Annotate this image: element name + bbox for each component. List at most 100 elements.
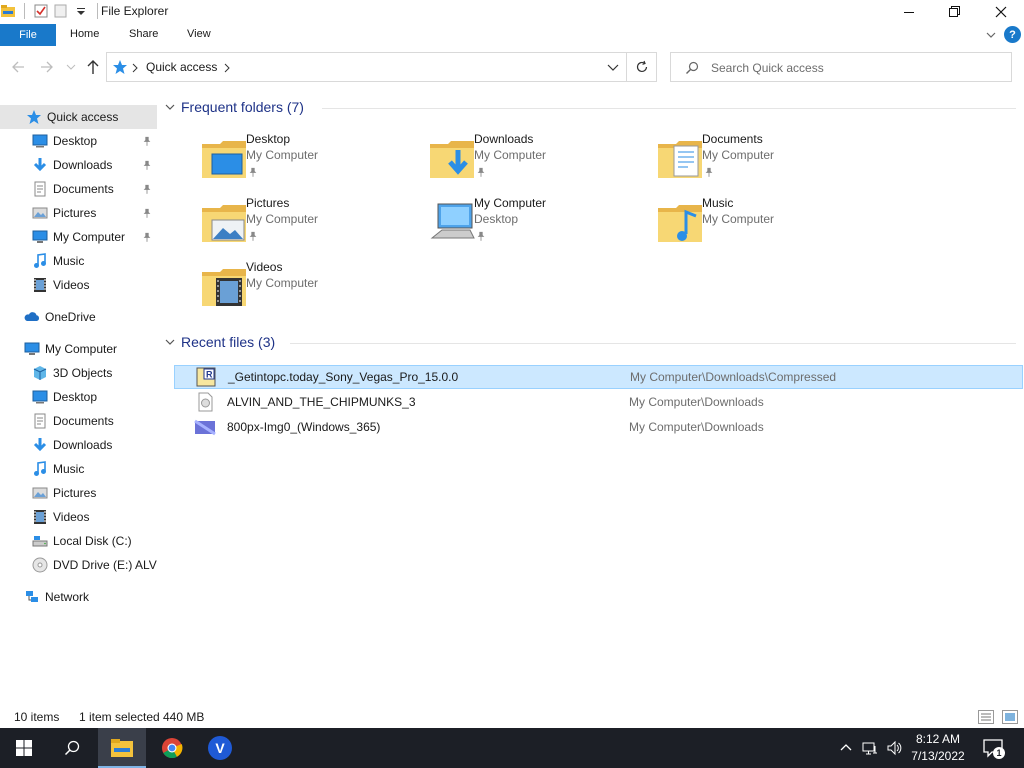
sidebar-item-my-computer[interactable]: My Computer: [32, 225, 125, 249]
sidebar-item-onedrive[interactable]: OneDrive: [24, 305, 96, 329]
sidebar-item-network[interactable]: Network: [24, 585, 89, 609]
folder-tile-videos[interactable]: Videos My Computer: [200, 258, 400, 314]
properties-icon[interactable]: [33, 3, 49, 19]
sidebar-item-local-disk-c[interactable]: Local Disk (C:): [32, 529, 132, 553]
search-input[interactable]: Search Quick access: [711, 61, 824, 75]
chrome-taskbar-button[interactable]: [148, 728, 196, 768]
close-icon: [995, 6, 1007, 18]
sidebar-item-videos[interactable]: Videos: [32, 505, 89, 529]
folder-tile-desktop[interactable]: Desktop My Computer: [200, 130, 400, 186]
start-button[interactable]: [0, 728, 48, 768]
tab-file[interactable]: File: [0, 24, 56, 46]
sidebar-item-label: Pictures: [53, 486, 97, 500]
sidebar-item-documents[interactable]: Documents: [32, 177, 114, 201]
large-icons-view-icon[interactable]: [1002, 710, 1018, 724]
sidebar-item-label: Music: [53, 462, 85, 476]
action-center-button[interactable]: 1: [982, 737, 1005, 759]
breadcrumb-chevron-icon[interactable]: [132, 63, 138, 73]
sidebar-item-music[interactable]: Music: [32, 249, 84, 273]
recent-locations-dropdown-icon[interactable]: [66, 63, 76, 71]
tab-view[interactable]: View: [187, 28, 211, 40]
up-arrow-icon[interactable]: [86, 59, 100, 75]
sidebar-item-label: My Computer: [53, 230, 126, 244]
show-hidden-icons-chevron-icon[interactable]: [838, 740, 854, 756]
details-view-icon[interactable]: [978, 710, 994, 724]
address-dropdown-icon[interactable]: [607, 64, 619, 72]
sidebar-item-desktop[interactable]: Desktop: [32, 129, 97, 153]
tab-share[interactable]: Share: [129, 28, 158, 40]
sidebar-item-3d-objects[interactable]: 3D Objects: [32, 361, 112, 385]
restore-button[interactable]: [932, 0, 978, 24]
sidebar-item-label: Downloads: [53, 158, 113, 172]
network-status-icon[interactable]: [862, 740, 878, 756]
recent-files-header[interactable]: Recent files (3): [164, 330, 275, 354]
sidebar-item-label: Network: [45, 590, 90, 604]
help-icon[interactable]: ?: [1004, 26, 1021, 43]
forward-arrow-icon[interactable]: [40, 60, 54, 74]
sidebar-item-quick-access[interactable]: Quick access: [26, 105, 118, 129]
sidebar-item-label: Documents: [53, 414, 114, 428]
sidebar-item-pictures[interactable]: Pictures: [32, 201, 96, 225]
customize-toolbar-dropdown-icon[interactable]: [73, 3, 89, 19]
toolbar-divider: [97, 3, 98, 19]
folder-icon: [111, 739, 133, 757]
frequent-folders-title: Frequent folders (7): [181, 99, 304, 115]
volume-icon[interactable]: [886, 740, 902, 756]
image-thumbnail-icon: [194, 419, 216, 436]
sidebar-item-music[interactable]: Music: [32, 457, 84, 481]
file-explorer-taskbar-button[interactable]: [98, 728, 146, 768]
search-taskbar-button[interactable]: [48, 728, 96, 768]
frequent-folders-header[interactable]: Frequent folders (7): [164, 95, 304, 119]
sidebar-item-downloads[interactable]: Downloads: [32, 153, 112, 177]
sidebar-item-label: Videos: [53, 510, 90, 524]
folder-tile-music[interactable]: Music My Computer: [656, 194, 856, 250]
minimize-button[interactable]: [886, 0, 932, 24]
expand-ribbon-icon[interactable]: [985, 29, 997, 41]
sidebar-item-videos[interactable]: Videos: [32, 273, 89, 297]
recent-file-row[interactable]: R _Getintopc.today_Sony_Vegas_Pro_15.0.0 M…: [174, 365, 1023, 389]
system-clock[interactable]: 8:12 AM 7/13/2022: [906, 731, 970, 765]
tab-home[interactable]: Home: [70, 28, 99, 40]
folder-name: Music: [702, 196, 734, 210]
folder-tile-pictures[interactable]: Pictures My Computer: [200, 194, 400, 250]
address-bar[interactable]: Quick access: [106, 52, 627, 82]
search-box[interactable]: Search Quick access: [670, 52, 1012, 82]
sidebar-item-downloads[interactable]: Downloads: [32, 433, 112, 457]
sidebar-item-label: 3D Objects: [53, 366, 113, 380]
sidebar-item-pictures[interactable]: Pictures: [32, 481, 96, 505]
vegas-taskbar-button[interactable]: V: [196, 728, 244, 768]
back-arrow-icon[interactable]: [11, 60, 25, 74]
folder-tile-documents[interactable]: Documents My Computer: [656, 130, 856, 186]
folder-name: Videos: [246, 260, 283, 274]
clock-time: 8:12 AM: [915, 732, 961, 746]
folder-tile-downloads[interactable]: Downloads My Computer: [428, 130, 628, 186]
file-name: 800px-Img0_(Windows_365): [227, 420, 381, 434]
close-button[interactable]: [978, 0, 1024, 24]
folder-name: Downloads: [474, 132, 534, 146]
title-bar: File Explorer: [0, 0, 1024, 24]
sidebar-item-desktop[interactable]: Desktop: [32, 385, 97, 409]
breadcrumb-chevron-icon[interactable]: [224, 63, 230, 73]
recent-file-row[interactable]: 800px-Img0_(Windows_365) My Computer\Down…: [174, 415, 1023, 439]
downloads-icon: [33, 158, 47, 172]
music-icon: [34, 461, 46, 476]
ribbon-tabs: File Home Share View ?: [0, 24, 1024, 46]
sidebar-item-my-computer[interactable]: My Computer: [24, 337, 117, 361]
sidebar-item-dvd-drive-e-alvin[interactable]: DVD Drive (E:) ALVIN: [32, 553, 157, 577]
folder-tile-my-computer[interactable]: My Computer Desktop: [428, 194, 628, 250]
file-explorer-icon: [1, 5, 15, 17]
collapse-chevron-icon: [165, 104, 175, 110]
folder-documents-icon: [658, 141, 702, 178]
3d-objects-icon: [33, 366, 47, 380]
quick-access-toolbar: [0, 3, 102, 19]
refresh-button[interactable]: [627, 52, 657, 82]
pane-splitter[interactable]: [157, 92, 158, 702]
folder-location: My Computer: [702, 148, 775, 162]
navigation-bar: Quick access Search Quick access: [0, 46, 1024, 88]
new-folder-icon[interactable]: [53, 3, 69, 19]
breadcrumb-quick-access[interactable]: Quick access: [146, 60, 217, 74]
sidebar-item-documents[interactable]: Documents: [32, 409, 114, 433]
music-icon: [34, 253, 46, 268]
recent-file-row[interactable]: ALVIN_AND_THE_CHIPMUNKS_3 My Computer\Dow…: [174, 390, 1023, 414]
sidebar-item-label: Desktop: [53, 134, 98, 148]
